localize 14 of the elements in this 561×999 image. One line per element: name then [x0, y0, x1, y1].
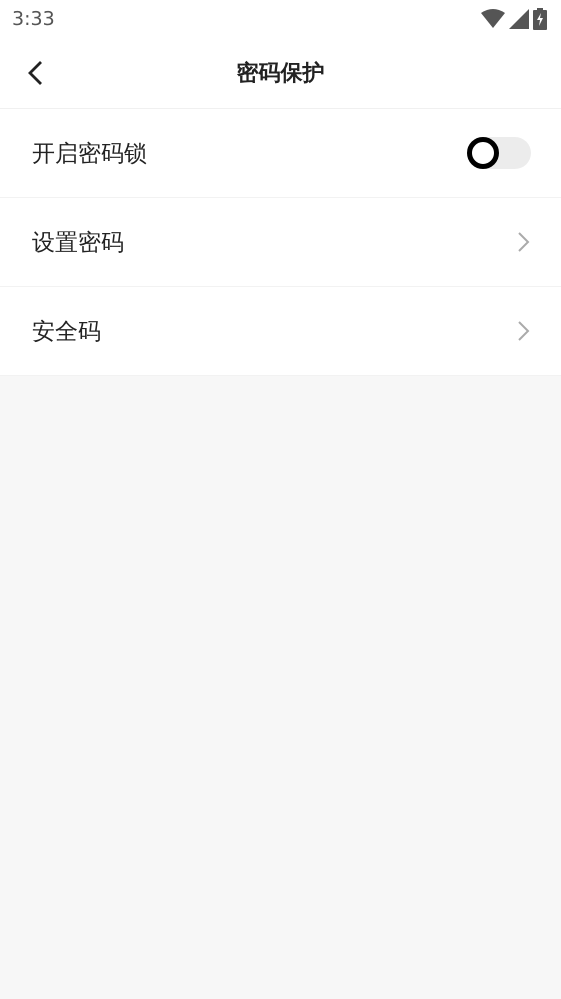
battery-icon — [533, 8, 547, 30]
settings-row[interactable]: 开启密码锁 — [0, 109, 561, 198]
signal-icon — [509, 9, 529, 29]
status-time: 3:33 — [12, 8, 55, 30]
wifi-icon — [481, 9, 505, 29]
chevron-right-icon — [517, 231, 531, 253]
row-label: 设置密码 — [32, 228, 124, 258]
settings-row[interactable]: 设置密码 — [0, 198, 561, 287]
toggle-switch[interactable] — [467, 137, 531, 169]
chevron-right-icon — [517, 320, 531, 342]
row-label: 开启密码锁 — [32, 140, 147, 168]
row-label: 安全码 — [32, 318, 101, 346]
page-title: 密码保护 — [236, 60, 324, 88]
settings-row[interactable]: 安全码 — [0, 287, 561, 376]
